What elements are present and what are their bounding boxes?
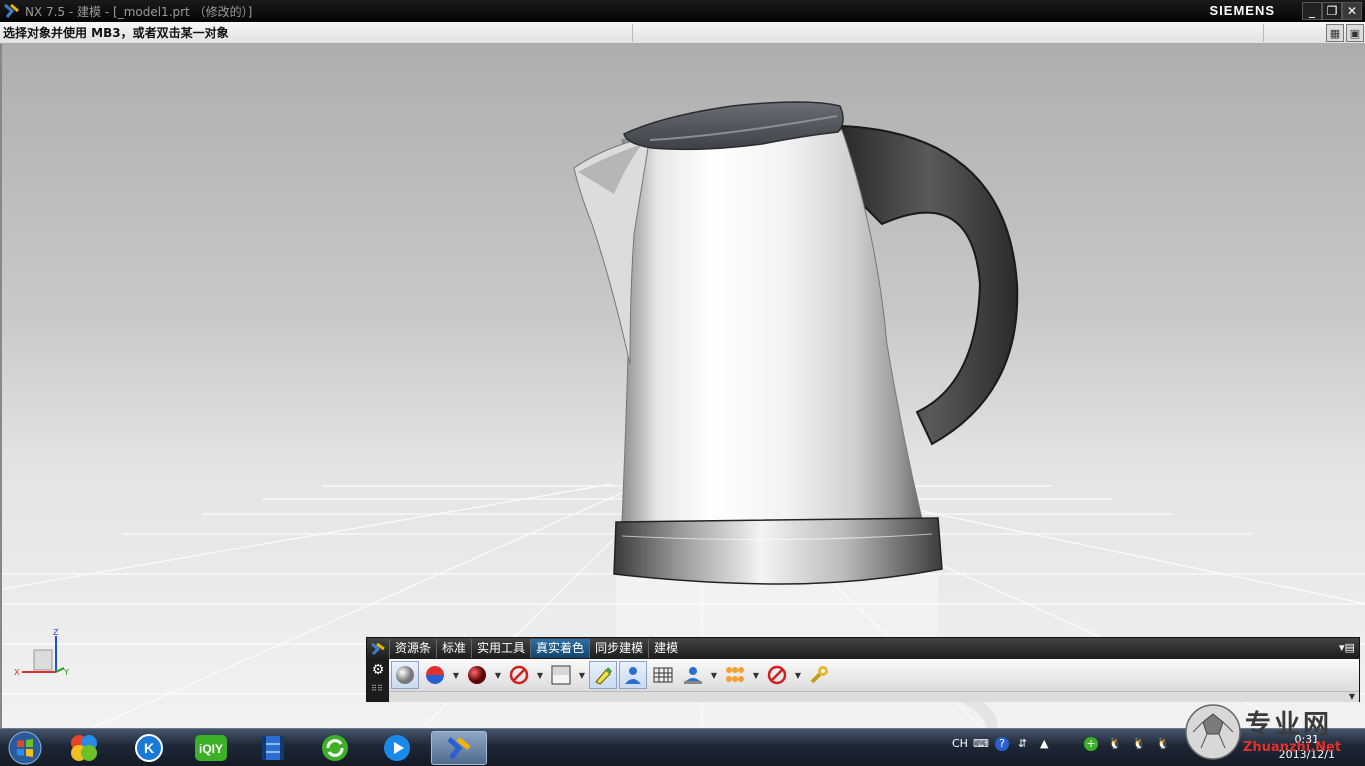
tray-language[interactable]: CH xyxy=(952,737,968,750)
toolbar-side: ⚙ ⠿⠿ xyxy=(367,659,389,702)
windows-start-icon[interactable] xyxy=(4,730,46,766)
restore-button[interactable]: ❐ xyxy=(1322,2,1342,20)
minimize-button[interactable]: _ xyxy=(1302,2,1322,20)
qq-icon[interactable]: 🐧 xyxy=(1132,737,1146,750)
kugou-icon[interactable]: K xyxy=(121,731,177,765)
tab-resources[interactable]: 资源条 xyxy=(389,639,436,658)
background-panel-icon[interactable] xyxy=(547,661,575,689)
watermark-text: 专业网 xyxy=(1245,710,1333,740)
toolbar-menu-icon[interactable]: ▾▤ xyxy=(1339,641,1355,655)
chevron-down-icon[interactable]: ▼ xyxy=(451,661,461,689)
refresh-browser-icon[interactable] xyxy=(307,731,363,765)
chevron-down-icon[interactable]: ▼ xyxy=(577,661,587,689)
grid-view-button[interactable]: ▦ xyxy=(1326,24,1344,42)
tab-modeling[interactable]: 建模 xyxy=(648,639,683,658)
siemens-brand: SIEMENS xyxy=(1209,3,1275,18)
fullscreen-button[interactable]: ▣ xyxy=(1346,24,1364,42)
chevron-down-icon[interactable]: ▼ xyxy=(493,661,503,689)
taskbar: K iQIY CH ⌨ ? ⇵ ▲ + 🐧 🐧 🐧 0:31 2013/12/1 xyxy=(0,728,1365,766)
user-display-icon[interactable] xyxy=(679,661,707,689)
chevron-down-icon[interactable]: ▼ xyxy=(793,661,803,689)
help-icon[interactable]: ? xyxy=(995,737,1009,751)
nx-logo-icon[interactable] xyxy=(367,639,389,659)
graphics-viewport[interactable]: Z X Y xyxy=(0,44,1365,728)
floor-grid-icon[interactable] xyxy=(649,661,677,689)
axis-z-label: Z xyxy=(53,628,59,637)
football-icon xyxy=(1185,704,1241,760)
toolbar-tabs: 资源条 标准 实用工具 真实着色 同步建模 建模 ▾▤ xyxy=(367,638,1359,659)
chevron-down-icon[interactable]: ▼ xyxy=(535,661,545,689)
kettle-base xyxy=(613,517,943,585)
gear-icon[interactable]: ⚙ xyxy=(370,662,386,678)
add-icon[interactable]: + xyxy=(1084,737,1098,751)
user-light-icon[interactable] xyxy=(619,661,647,689)
svg-text:K: K xyxy=(144,740,154,756)
tab-sync-modeling[interactable]: 同步建模 xyxy=(589,639,648,658)
scene-canvas: Z X Y xyxy=(2,101,1365,728)
tray-options-icon[interactable]: ⇵ xyxy=(1018,737,1027,750)
status-line xyxy=(632,23,1264,42)
axis-x-label: X xyxy=(14,668,20,677)
tab-standard[interactable]: 标准 xyxy=(436,639,471,658)
app-butterfly-icon[interactable] xyxy=(56,731,112,765)
cue-prompt: 选择对象并使用 MB3，或者双击某一对象 xyxy=(3,26,229,40)
show-hidden-icon[interactable]: ▲ xyxy=(1040,737,1048,750)
qq-icon[interactable]: 🐧 xyxy=(1156,737,1170,750)
nx-icon[interactable] xyxy=(431,731,487,765)
tab-utilities[interactable]: 实用工具 xyxy=(471,639,530,658)
axis-y-label: Y xyxy=(63,668,69,677)
iqiyi-icon[interactable]: iQIY xyxy=(183,731,239,765)
highlight-pen-icon[interactable] xyxy=(589,661,617,689)
no-sign-icon[interactable] xyxy=(763,661,791,689)
title-bar: NX 7.5 - 建模 - [_model1.prt （修改的）] SIEMEN… xyxy=(0,0,1365,22)
chevron-down-icon[interactable]: ▼ xyxy=(709,661,719,689)
no-sign-icon[interactable] xyxy=(505,661,533,689)
chevron-down-icon[interactable]: ▼ xyxy=(751,661,761,689)
film-icon[interactable] xyxy=(245,731,301,765)
qq-icon[interactable]: 🐧 xyxy=(1108,737,1122,750)
grip-handle-icon[interactable]: ⠿⠿ xyxy=(371,685,385,693)
sphere-shade-icon[interactable] xyxy=(391,661,419,689)
toolbar-tools: ▼ ▼ ▼ ▼ ▼ ▼ ▼ xyxy=(389,659,1359,691)
red-ball-icon[interactable] xyxy=(463,661,491,689)
nx-app-icon[interactable] xyxy=(3,2,21,20)
watermark-sub: Zhuanzhi.Net xyxy=(1243,740,1342,755)
watermark-logo: 专业网 Zhuanzhi.Net xyxy=(1183,700,1365,766)
true-shading-toolbar: 资源条 标准 实用工具 真实着色 同步建模 建模 ▾▤ ⚙ ⠿⠿ ▼ ▼ ▼ ▼… xyxy=(366,637,1360,702)
media-play-icon[interactable] xyxy=(369,731,425,765)
axis-triad: Z X Y xyxy=(14,628,69,677)
close-button[interactable]: ✕ xyxy=(1342,2,1362,20)
cue-line: 选择对象并使用 MB3，或者双击某一对象 ▦ ▣ xyxy=(0,22,1365,44)
wrench-icon[interactable] xyxy=(805,661,833,689)
svg-text:iQIY: iQIY xyxy=(199,742,223,756)
keyboard-icon[interactable]: ⌨ xyxy=(973,737,989,750)
molecule-icon[interactable] xyxy=(721,661,749,689)
tab-true-shading[interactable]: 真实着色 xyxy=(530,639,590,658)
material-ball-icon[interactable] xyxy=(421,661,449,689)
window-title: NX 7.5 - 建模 - [_model1.prt （修改的）] xyxy=(25,4,253,19)
